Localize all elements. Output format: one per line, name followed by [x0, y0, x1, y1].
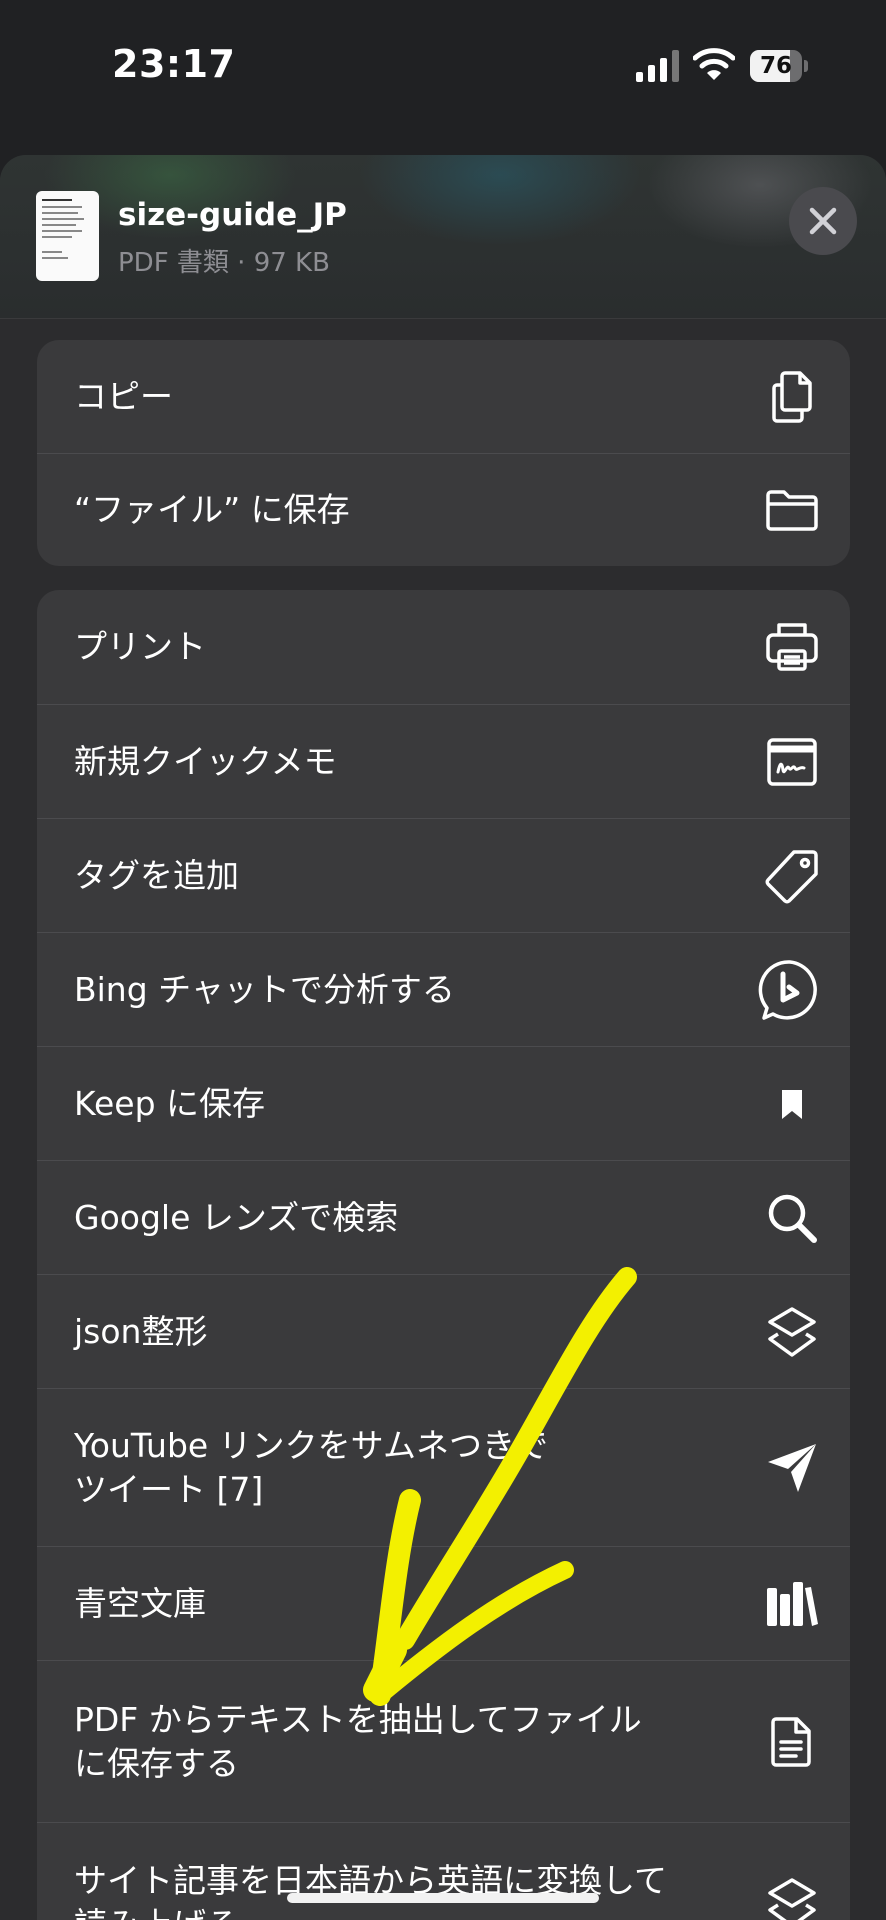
folder-icon [764, 482, 820, 538]
document-icon [764, 1714, 820, 1770]
action-label: タグを追加 [74, 855, 239, 895]
tag-icon [764, 848, 820, 904]
action-youtube-tweet[interactable]: YouTube リンクをサムネつきで ツイート [7] [37, 1388, 850, 1546]
action-save-to-keep[interactable]: Keep に保存 [37, 1046, 850, 1160]
action-label: Google レンズで検索 [74, 1197, 399, 1237]
quick-note-icon [764, 734, 820, 790]
action-add-tag[interactable]: タグを追加 [37, 818, 850, 932]
close-icon [809, 207, 837, 235]
action-json-format[interactable]: json整形 [37, 1274, 850, 1388]
shortcuts-layers-icon [764, 1875, 820, 1920]
action-print[interactable]: プリント [37, 590, 850, 704]
action-save-to-files[interactable]: “ファイル” に保存 [37, 453, 850, 566]
action-translate-read-aloud[interactable]: サイト記事を日本語から英語に変換して 読み上げる [37, 1822, 850, 1920]
wifi-icon [693, 48, 735, 80]
bing-chat-icon [758, 958, 822, 1022]
status-time: 23:17 [112, 42, 236, 86]
action-label: プリント [74, 627, 206, 666]
action-label: 青空文庫 [74, 1583, 206, 1623]
file-meta: PDF 書類 · 97 KB [118, 248, 330, 278]
share-sheet: size-guide_JP PDF 書類 · 97 KB コピー “ファイル” … [0, 155, 886, 1920]
printer-icon [764, 619, 820, 675]
action-group-secondary: プリント 新規クイックメモ タグを追加 Bing チャットで分析する Keep … [37, 590, 850, 1920]
action-copy[interactable]: コピー [37, 340, 850, 453]
shortcuts-layers-icon [764, 1304, 820, 1360]
home-indicator [287, 1893, 599, 1903]
action-aozora-bunko[interactable]: 青空文庫 [37, 1546, 850, 1660]
status-bar: 23:17 76 [0, 0, 886, 130]
action-label: サイト記事を日本語から英語に変換して 読み上げる [74, 1860, 668, 1920]
magnifier-icon [764, 1190, 820, 1246]
action-bing-chat[interactable]: Bing チャットで分析する [37, 932, 850, 1046]
books-icon [764, 1576, 820, 1632]
paper-plane-icon [764, 1440, 820, 1496]
battery-icon: 76 [750, 50, 808, 82]
action-quick-note[interactable]: 新規クイックメモ [37, 704, 850, 818]
action-group-primary: コピー “ファイル” に保存 [37, 340, 850, 566]
action-label: json整形 [74, 1311, 208, 1351]
cellular-signal-icon [636, 50, 679, 82]
action-label: Bing チャットで分析する [74, 969, 455, 1009]
action-label: YouTube リンクをサムネつきで ツイート [7] [74, 1425, 549, 1509]
action-label: Keep に保存 [74, 1083, 266, 1123]
action-label: PDF からテキストを抽出してファイル に保存する [74, 1699, 642, 1783]
action-label: “ファイル” に保存 [74, 490, 350, 529]
action-label: 新規クイックメモ [74, 741, 337, 781]
action-google-lens[interactable]: Google レンズで検索 [37, 1160, 850, 1274]
share-sheet-header: size-guide_JP PDF 書類 · 97 KB [0, 155, 886, 319]
document-thumbnail [36, 191, 99, 281]
action-label: コピー [74, 376, 173, 416]
bookmark-icon [764, 1076, 820, 1132]
action-pdf-extract-text[interactable]: PDF からテキストを抽出してファイル に保存する [37, 1660, 850, 1822]
battery-level: 76 [759, 53, 792, 79]
copy-icon [764, 369, 820, 425]
close-button[interactable] [789, 187, 857, 255]
file-name: size-guide_JP [118, 197, 347, 233]
